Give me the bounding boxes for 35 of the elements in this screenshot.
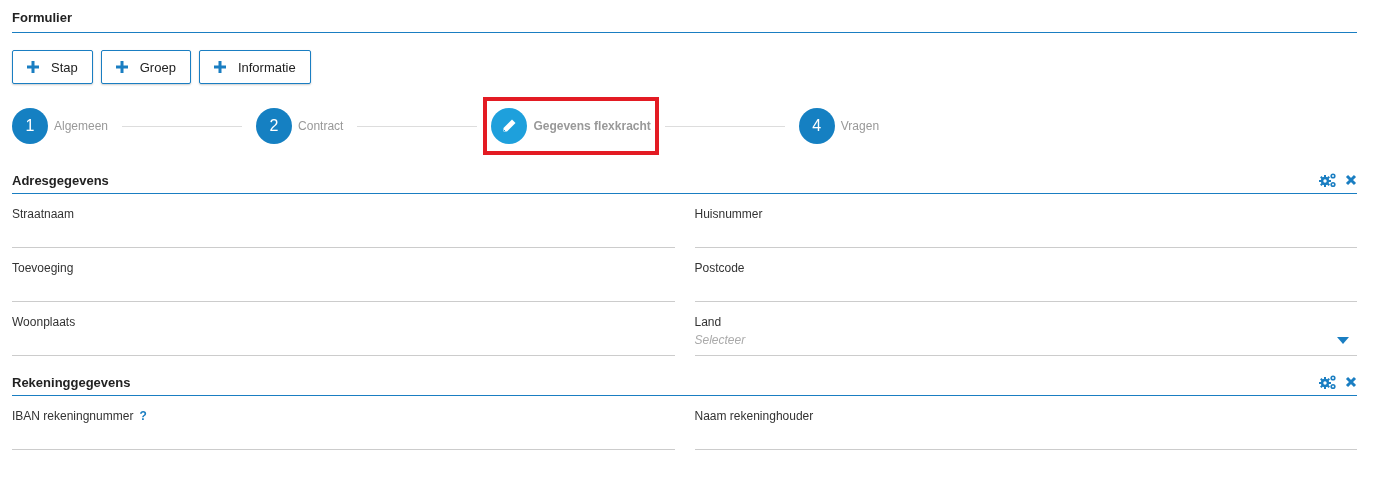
form-title: Formulier [12,0,1357,33]
help-icon[interactable]: ? [139,409,147,423]
section-title: Rekeninggegevens [12,374,131,390]
field-label: Naam rekeninghouder [694,409,814,423]
input-field[interactable]: Straatnaam [12,194,675,248]
section-title: Adresgegevens [12,172,109,188]
add-button[interactable]: Groep [100,50,191,84]
gears-icon[interactable] [1319,374,1337,390]
gears-icon[interactable] [1319,172,1337,188]
input-field[interactable]: Huisnummer [694,194,1357,248]
add-button[interactable]: Informatie [198,50,311,84]
close-icon[interactable] [1345,174,1357,186]
input-field[interactable]: Naam rekeninghouder [694,396,1357,450]
step-circle[interactable]: 2 [256,108,293,144]
field-label: Toevoeging [12,261,74,275]
caret-icon[interactable] [1337,336,1349,344]
plus-icon [27,61,39,73]
select-field[interactable]: Land Selecteer [694,302,1357,356]
field-label: Woonplaats [12,315,76,329]
step-circle[interactable]: 4 [798,108,835,144]
close-icon[interactable] [1345,376,1357,388]
plus-icon [213,61,226,73]
pencil-icon [501,118,518,134]
plus-icon [115,61,128,73]
step-circle[interactable]: 1 [12,108,48,144]
add-button[interactable]: Stap [12,50,93,84]
input-field[interactable]: Postcode [694,248,1357,302]
input-field[interactable]: Toevoeging [12,248,675,302]
input-field[interactable]: IBAN rekeningnummer ? [12,396,675,450]
field-label: Huisnummer [694,207,763,221]
field-label: IBAN rekeningnummer [12,409,134,423]
field-label: Postcode [694,261,745,275]
step-circle[interactable] [491,108,528,144]
field-label: Straatnaam [12,207,75,221]
input-field[interactable]: Woonplaats [12,302,675,356]
